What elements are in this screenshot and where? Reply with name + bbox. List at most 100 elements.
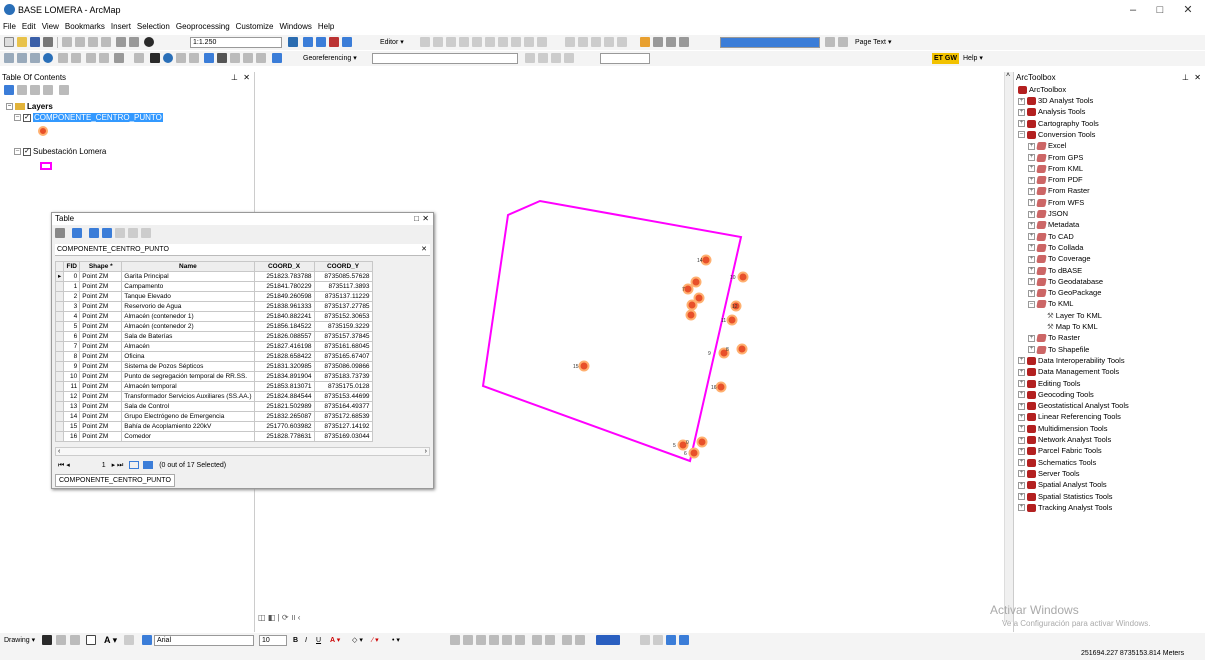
table-row[interactable]: 5 Point ZM Almacén (contenedor 2) 251856.18…: [54, 321, 373, 332]
toolbox-item-geostatistical-analyst-tools[interactable]: + Geostatistical Analyst Tools: [1018, 401, 1129, 411]
expand-icon[interactable]: +: [1018, 413, 1025, 421]
toolbox-item-to-raster[interactable]: + To Raster: [1028, 333, 1080, 343]
redo-icon[interactable]: [129, 37, 139, 47]
help-menu-button[interactable]: Help ▾: [963, 53, 983, 64]
error-inspector-icon[interactable]: [617, 37, 627, 47]
toc-window-icon[interactable]: [303, 37, 313, 47]
name-cell[interactable]: Sala de Control: [121, 401, 255, 412]
collapse-icon[interactable]: –: [1028, 300, 1035, 308]
paste-icon[interactable]: [88, 37, 98, 47]
zoom-out-icon[interactable]: [17, 53, 27, 63]
table-row[interactable]: 8 Point ZM Oficina 251828.658422 8735165.674…: [54, 351, 373, 362]
fid-cell[interactable]: 16: [63, 431, 81, 442]
text-tool-icon[interactable]: A ▾: [104, 635, 117, 646]
toolbox-item-map-to-kml[interactable]: ⚒ Map To KML: [1038, 322, 1098, 332]
row-selector[interactable]: [54, 401, 65, 412]
menu-help[interactable]: Help: [315, 20, 337, 34]
point-marker[interactable]: [688, 447, 700, 459]
fixed-zoom-out-icon[interactable]: [71, 53, 81, 63]
row-selector[interactable]: [54, 431, 65, 442]
fill-color-icon[interactable]: ◇ ▾: [352, 635, 363, 646]
bold-button[interactable]: B: [293, 635, 298, 646]
menu-edit[interactable]: Edit: [19, 20, 39, 34]
shape-cell[interactable]: Point ZM: [79, 351, 123, 362]
rotate-icon[interactable]: [525, 53, 535, 63]
zoom-whole-page-icon[interactable]: [70, 635, 80, 645]
show-selected-records-icon[interactable]: [143, 461, 154, 470]
name-cell[interactable]: Reservorio de Agua: [121, 301, 255, 312]
table-close-icon[interactable]: ✕: [422, 213, 429, 225]
fix-topology-icon[interactable]: [604, 37, 614, 47]
undo-icon[interactable]: [116, 37, 126, 47]
drawing-menu[interactable]: Drawing ▾: [4, 635, 35, 646]
name-cell[interactable]: Campamento: [121, 281, 255, 292]
georef-input-field[interactable]: [600, 53, 650, 64]
list-by-drawing-order-icon[interactable]: [4, 85, 14, 95]
toolbox-item-data-interoperability-tools[interactable]: + Data Interoperability Tools: [1018, 356, 1125, 366]
expand-icon[interactable]: +: [1028, 221, 1035, 229]
layer-name[interactable]: Subestación Lomera: [33, 147, 106, 156]
menu-view[interactable]: View: [39, 20, 62, 34]
expand-icon[interactable]: +: [1028, 334, 1035, 342]
collapse-icon[interactable]: –: [1018, 131, 1025, 139]
toolbox-item-from-wfs[interactable]: + From WFS: [1028, 198, 1084, 208]
expand-icon[interactable]: +: [1028, 278, 1035, 286]
shape-cell[interactable]: Point ZM: [79, 321, 123, 332]
shape-cell[interactable]: Point ZM: [79, 341, 123, 352]
shape-cell[interactable]: Point ZM: [79, 421, 123, 432]
toolbox-item-from-gps[interactable]: + From GPS: [1028, 153, 1083, 163]
name-cell[interactable]: Almacén temporal: [121, 381, 255, 392]
font-size-combo[interactable]: 10: [259, 635, 287, 646]
georef-layer-combo[interactable]: [372, 53, 518, 64]
expand-icon[interactable]: +: [1018, 447, 1025, 455]
table-row[interactable]: 4 Point ZM Almacén (contenedor 1) 251840.88…: [54, 311, 373, 322]
table-row[interactable]: 9 Point ZM Sistema de Pozos Sépticos 251831…: [54, 361, 373, 372]
toolbox-item-schematics-tools[interactable]: + Schematics Tools: [1018, 458, 1096, 468]
line-color-icon[interactable]: ∕ ▾: [372, 635, 379, 646]
zoom-to-selected-icon[interactable]: [128, 228, 138, 238]
expand-icon[interactable]: +: [1028, 165, 1035, 173]
coord-x-cell[interactable]: 251770.603982: [253, 421, 315, 432]
menu-customize[interactable]: Customize: [233, 20, 277, 34]
shape-cell[interactable]: Point ZM: [79, 391, 123, 402]
table-horizontal-scrollbar[interactable]: ‹ ›: [55, 447, 430, 456]
html-popup-icon[interactable]: [189, 53, 199, 63]
trace-icon[interactable]: [472, 37, 482, 47]
fid-cell[interactable]: 2: [63, 291, 81, 302]
fid-cell[interactable]: 10: [63, 371, 81, 382]
go-back-icon[interactable]: [86, 53, 96, 63]
georef-tool-4-icon[interactable]: [489, 635, 499, 645]
toolbox-item-tracking-analyst-tools[interactable]: + Tracking Analyst Tools: [1018, 503, 1112, 513]
name-cell[interactable]: Tanque Elevado: [121, 291, 255, 302]
coord-y-cell[interactable]: 8735137.27785: [313, 301, 373, 312]
table-row[interactable]: 15 Point ZM Bahía de Acoplamiento 220kV 251…: [54, 421, 373, 432]
maximize-button[interactable]: □: [1150, 3, 1170, 17]
zoom-in-icon[interactable]: [4, 53, 14, 63]
toolbox-item-layer-to-kml[interactable]: ⚒ Layer To KML: [1038, 311, 1102, 321]
pin-icon[interactable]: ⊥: [231, 72, 238, 84]
point-marker[interactable]: [715, 381, 727, 393]
color-swatch-icon[interactable]: [596, 635, 620, 645]
clear-selection-icon[interactable]: [134, 53, 144, 63]
page-text-menu[interactable]: Page Text ▾: [855, 37, 891, 48]
identify-icon[interactable]: [163, 53, 173, 63]
toolbox-item-spatial-statistics-tools[interactable]: + Spatial Statistics Tools: [1018, 492, 1112, 502]
toolbox-item-excel[interactable]: + Excel: [1028, 141, 1066, 151]
toolbox-item-metadata[interactable]: + Metadata: [1028, 220, 1079, 230]
collapse-icon[interactable]: –: [14, 114, 21, 122]
first-record-button[interactable]: ⏮ ◂: [58, 462, 70, 469]
coord-y-cell[interactable]: 8735117.3893: [313, 281, 373, 292]
edit-annotation-icon[interactable]: [433, 37, 443, 47]
shape-cell[interactable]: Point ZM: [79, 371, 123, 382]
toolbox-item-to-kml[interactable]: – To KML: [1028, 299, 1073, 309]
select-elements-icon[interactable]: [42, 635, 52, 645]
point-marker[interactable]: [690, 276, 702, 288]
coord-y-cell[interactable]: 8735085.57628: [313, 271, 373, 282]
table-row[interactable]: 11 Point ZM Almacén temporal 251853.813071 8…: [54, 381, 373, 392]
point-marker[interactable]: [682, 283, 694, 295]
next-extent-icon[interactable]: [666, 37, 676, 47]
name-cell[interactable]: Grupo Electrógeno de Emergencia: [121, 411, 255, 422]
toc-close-icon[interactable]: ✕: [243, 72, 250, 84]
row-selector[interactable]: [54, 371, 65, 382]
coord-x-cell[interactable]: 251838.961333: [253, 301, 315, 312]
